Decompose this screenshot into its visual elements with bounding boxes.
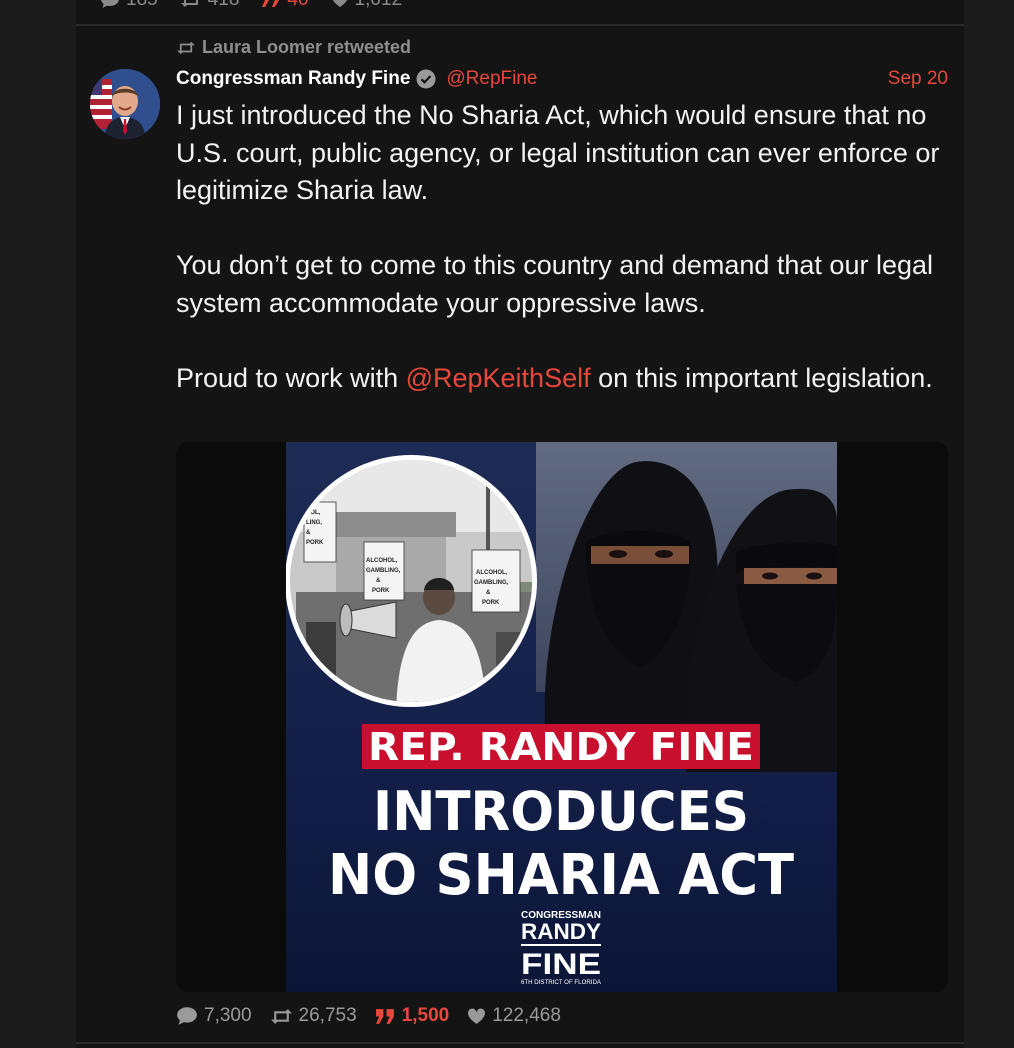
- like-button[interactable]: 122,468: [467, 1005, 561, 1027]
- heart-icon: [332, 0, 347, 7]
- svg-text:GAMBLING,: GAMBLING,: [366, 568, 401, 574]
- tweet-stats: 7,300 26,753 1,500 122,468: [176, 1003, 561, 1029]
- svg-text:&: &: [376, 578, 381, 584]
- retweeted-by-label: Laura Loomer retweeted: [202, 37, 412, 57]
- media-poster: HOL, LING, & PORK ALCOHOL, GAMBLING, & P…: [286, 442, 837, 992]
- verified-badge-icon: [416, 69, 436, 89]
- tweet-divider-bottom: [76, 1042, 964, 1044]
- retweeted-by[interactable]: Laura Loomer retweeted: [176, 37, 411, 58]
- prev-retweet-button[interactable]: 418: [180, 0, 240, 11]
- author-avatar[interactable]: [90, 69, 160, 139]
- reply-count: 7,300: [204, 1005, 252, 1026]
- poster-headline-red: REP. RANDY FINE: [368, 725, 754, 769]
- quote-count: 1,500: [401, 1005, 450, 1026]
- tweet-body: I just introduced the No Sharia Act, whi…: [176, 97, 956, 397]
- prev-quote-button[interactable]: 40: [261, 0, 309, 11]
- tweet-paragraph-3-post: on this important legislation.: [590, 362, 933, 393]
- prev-like-count: 1,012: [355, 0, 403, 11]
- tweet-media[interactable]: HOL, LING, & PORK ALCOHOL, GAMBLING, & P…: [176, 442, 948, 992]
- logo-name-2: FINE: [521, 948, 601, 981]
- tweet-paragraph-2: You don’t get to come to this country an…: [176, 250, 934, 318]
- reply-icon: [101, 0, 119, 8]
- retweet-button[interactable]: 26,753: [270, 1005, 357, 1027]
- tweet-date[interactable]: Sep 20: [888, 68, 948, 90]
- tweet-paragraph-3: Proud to work with @RepKeithSelf on this…: [176, 360, 956, 398]
- avatar-portrait: [90, 69, 160, 139]
- reply-icon: [177, 1007, 197, 1025]
- quote-button[interactable]: 1,500: [375, 1005, 450, 1027]
- svg-text:&: &: [486, 590, 491, 596]
- prev-reply-count: 185: [126, 0, 158, 11]
- previous-tweet-stats: 185 418 40 1,012: [100, 0, 402, 12]
- like-count: 122,468: [492, 1005, 561, 1026]
- poster-headline-line2: INTRODUCES: [373, 780, 749, 843]
- tweet-header: Congressman Randy Fine @RepFine Sep 20: [176, 66, 948, 92]
- sign-1-text: ALCOHOL,: [366, 558, 398, 564]
- retweet-icon: [177, 41, 195, 54]
- retweet-icon: [270, 1008, 292, 1024]
- svg-text:PORK: PORK: [306, 540, 324, 546]
- prev-quote-count: 40: [287, 0, 308, 11]
- poster-headline-line3: NO SHARIA ACT: [328, 843, 794, 908]
- reply-button[interactable]: 7,300: [176, 1005, 252, 1027]
- retweet-icon: [180, 0, 198, 7]
- poster-graphic: HOL, LING, & PORK ALCOHOL, GAMBLING, & P…: [286, 442, 837, 992]
- svg-text:LING,: LING,: [306, 520, 322, 526]
- tweet-paragraph-1: I just introduced the No Sharia Act, whi…: [176, 100, 940, 205]
- tweet-paragraph-3-pre: Proud to work with: [176, 362, 406, 393]
- prev-reply-button[interactable]: 185: [100, 0, 158, 11]
- heart-icon: [468, 1008, 486, 1024]
- prev-like-button[interactable]: 1,012: [331, 0, 403, 11]
- svg-text:PORK: PORK: [482, 600, 500, 606]
- quote-icon: [262, 0, 280, 7]
- logo-subtext: 6TH DISTRICT OF FLORIDA: [521, 980, 601, 986]
- mention-link[interactable]: @RepKeithSelf: [406, 363, 591, 393]
- svg-text:PORK: PORK: [372, 588, 390, 594]
- sign-2-text: ALCOHOL,: [476, 570, 508, 576]
- quote-icon: [375, 1008, 394, 1024]
- prev-retweet-count: 418: [208, 0, 240, 11]
- logo-name-1: RANDY: [521, 919, 601, 944]
- author-name[interactable]: Congressman Randy Fine: [176, 68, 410, 90]
- author-handle[interactable]: @RepFine: [446, 68, 537, 90]
- retweet-count: 26,753: [298, 1005, 357, 1026]
- svg-text:GAMBLING,: GAMBLING,: [474, 580, 509, 586]
- tweet-divider-top: [76, 24, 964, 26]
- svg-text:&: &: [306, 530, 311, 536]
